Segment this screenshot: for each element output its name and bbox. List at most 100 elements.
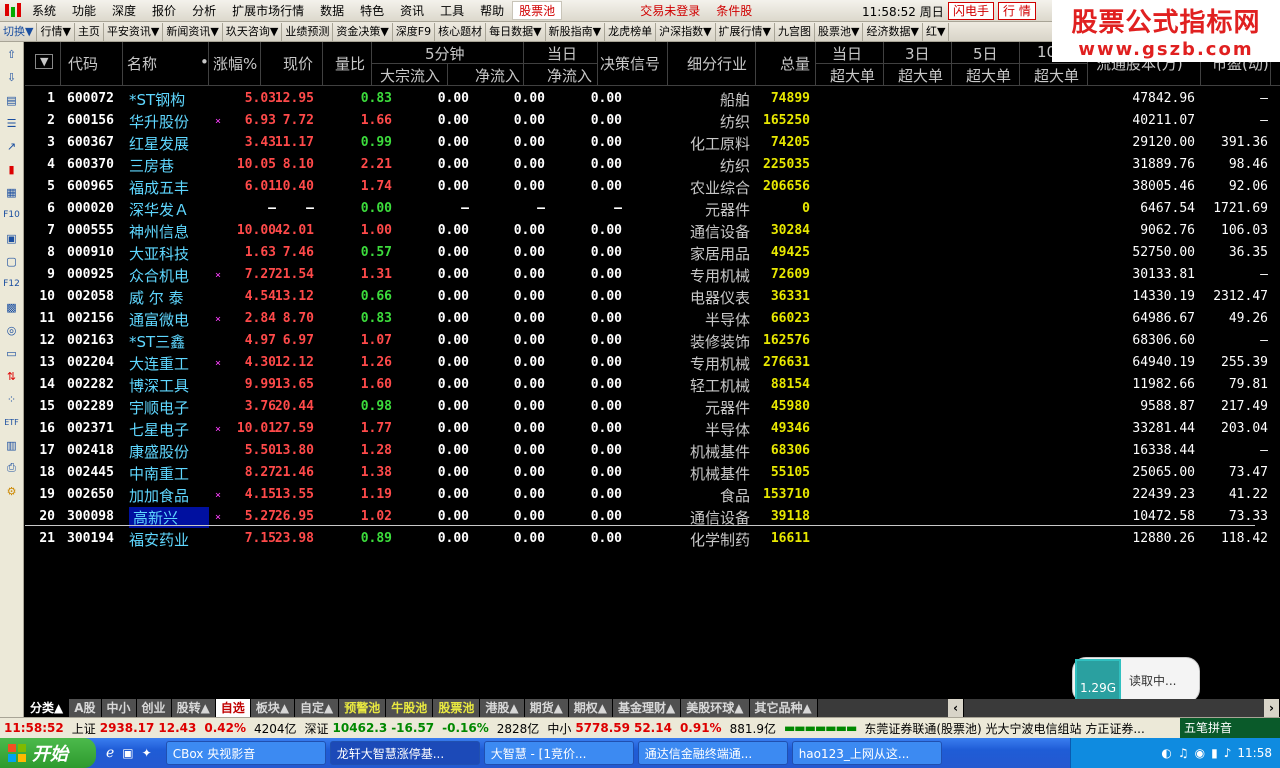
- toolbar-theme[interactable]: 核心题材: [435, 22, 487, 41]
- f12-icon[interactable]: F12: [3, 274, 21, 294]
- tab-funds[interactable]: 基金理财▲: [613, 699, 682, 717]
- tab-us-global[interactable]: 美股环球▲: [681, 699, 750, 717]
- header-block-inflow[interactable]: 大宗流入: [380, 65, 440, 86]
- grid-icon[interactable]: ▩: [3, 297, 21, 317]
- ime-indicator[interactable]: 五笔拼音: [1180, 718, 1280, 738]
- table-row[interactable]: 14 002282 博深工具 9.99 13.65 1.60 0.00 0.00 0.00 轻工机…: [25, 374, 1280, 396]
- table-row[interactable]: 15 002289 宇顺电子 3.76 20.44 0.98 0.00 0.00 0.00 元器件…: [25, 396, 1280, 418]
- table-row[interactable]: 4 600370 三房巷 10.05 8.10 2.21 0.00 0.00 0.00 纺织 225…: [25, 154, 1280, 176]
- menu-ext-market[interactable]: 扩展市场行情: [224, 2, 312, 19]
- table-row[interactable]: 1 600072 *ST钢构 5.03 12.95 0.83 0.00 0.00 0.00 船舶 7…: [25, 88, 1280, 110]
- menu-condition-stock[interactable]: 条件股: [708, 2, 760, 19]
- desktop-icon[interactable]: ▣: [122, 746, 133, 760]
- print-icon[interactable]: ⎙: [3, 458, 21, 478]
- table-row[interactable]: 5 600965 福成五丰 6.01 10.40 1.74 0.00 0.00 0.00 农业综合…: [25, 176, 1280, 198]
- toolbar-jiutian[interactable]: 玖天咨询▼: [223, 22, 283, 41]
- tab-alert-pool[interactable]: 预警池: [339, 699, 387, 717]
- table-row[interactable]: 21 300194 福安药业 7.15 23.98 0.89 0.00 0.00 0.00 化学制…: [25, 528, 1280, 550]
- f10-icon[interactable]: F10: [3, 205, 21, 225]
- volume-icon[interactable]: ♪: [1224, 746, 1232, 760]
- toolbar-f9[interactable]: 深度F9: [393, 22, 436, 41]
- arrow-up-icon[interactable]: ⇧: [3, 44, 21, 64]
- table-row[interactable]: 2 600156 华升股份 × 6.93 7.72 1.66 0.00 0.00 0.00 纺织 16…: [25, 110, 1280, 132]
- menu-help[interactable]: 帮助: [472, 2, 512, 19]
- header-net-inflow[interactable]: 净流入: [475, 65, 520, 86]
- toolbar-news[interactable]: 新闻资讯▼: [163, 22, 223, 41]
- tab-watchlist[interactable]: 自选: [215, 699, 251, 717]
- toolbar-econ[interactable]: 经济数据▼: [863, 22, 923, 41]
- sh-label[interactable]: 上证: [68, 720, 100, 737]
- menu-function[interactable]: 功能: [64, 2, 104, 19]
- header-big-d1[interactable]: 超大单: [830, 65, 875, 86]
- trade-status[interactable]: 交易未登录: [632, 2, 708, 19]
- table-row[interactable]: 6 000020 深华发Ａ – – 0.00 – – – 元器件 0 6467.54 1721.69: [25, 198, 1280, 220]
- header-industry[interactable]: 细分行业: [687, 53, 747, 74]
- circle-icon[interactable]: ◎: [3, 320, 21, 340]
- toolbar-daily[interactable]: 每日数据▼: [486, 22, 546, 41]
- toolbar-grid9[interactable]: 九宫图: [775, 22, 816, 41]
- etf-icon[interactable]: ETF: [3, 412, 21, 432]
- menu-tools[interactable]: 工具: [432, 2, 472, 19]
- menu-news[interactable]: 资讯: [392, 2, 432, 19]
- tab-sector[interactable]: 板块▲: [250, 699, 296, 717]
- ie-icon[interactable]: ℯ: [106, 745, 114, 761]
- folder-icon[interactable]: ▭: [3, 343, 21, 363]
- dots-icon[interactable]: ⁘: [3, 389, 21, 409]
- table-row[interactable]: 17 002418 康盛股份 5.50 13.80 1.28 0.00 0.00 0.00 机械基…: [25, 440, 1280, 462]
- header-today-net[interactable]: 净流入: [547, 65, 592, 86]
- table-row[interactable]: 12 002163 *ST三鑫 4.97 6.97 1.07 0.00 0.00 0.00 装修装…: [25, 330, 1280, 352]
- flash-trade-button[interactable]: 闪电手: [948, 2, 995, 20]
- tab-category[interactable]: 分类▲: [25, 699, 70, 717]
- toolbar-pingan-news[interactable]: 平安资讯▼: [104, 22, 164, 41]
- updown-icon[interactable]: ⇅: [3, 366, 21, 386]
- table-row[interactable]: 8 000910 大亚科技 1.63 7.46 0.57 0.00 0.00 0.00 家居用品 4…: [25, 242, 1280, 264]
- menu-system[interactable]: 系统: [24, 2, 64, 19]
- menu-stock-pool[interactable]: 股票池: [512, 1, 563, 20]
- arrow-down-icon[interactable]: ⇩: [3, 67, 21, 87]
- scroll-right-icon[interactable]: ›: [1264, 699, 1280, 717]
- table-row[interactable]: 9 000925 众合机电 × 7.27 21.54 1.31 0.00 0.00 0.00 专用机…: [25, 264, 1280, 286]
- menu-depth[interactable]: 深度: [104, 2, 144, 19]
- tray-icon-d[interactable]: ▮: [1211, 746, 1218, 760]
- toolbar-index[interactable]: 沪深指数▼: [656, 22, 716, 41]
- sz-label[interactable]: 深证: [301, 720, 333, 737]
- toolbar-ext-quote[interactable]: 扩展行情▼: [716, 22, 776, 41]
- doc-icon[interactable]: ▢: [3, 251, 21, 271]
- toolbar-pool[interactable]: 股票池▼: [815, 22, 864, 41]
- menu-feature[interactable]: 特色: [352, 2, 392, 19]
- trend-icon[interactable]: ↗: [3, 136, 21, 156]
- quote-button[interactable]: 行 情: [998, 2, 1036, 20]
- task-longxuan[interactable]: 龙轩大智慧涨停基...: [329, 741, 480, 765]
- toolbar-home[interactable]: 主页: [75, 22, 104, 41]
- start-button[interactable]: 开始: [0, 738, 96, 768]
- toolbar-forecast[interactable]: 业绩预测: [282, 22, 334, 41]
- header-signal[interactable]: 决策信号: [600, 53, 660, 74]
- scroll-left-icon[interactable]: ‹: [948, 699, 965, 717]
- table-row[interactable]: 3 600367 红星发展 3.43 11.17 0.99 0.00 0.00 0.00 化工原料…: [25, 132, 1280, 154]
- tab-hk[interactable]: 港股▲: [480, 699, 525, 717]
- menu-analysis[interactable]: 分析: [184, 2, 224, 19]
- tab-bull-pool[interactable]: 牛股池: [386, 699, 434, 717]
- list-icon[interactable]: ☰: [3, 113, 21, 133]
- header-name[interactable]: 名称: [127, 53, 157, 74]
- tray-icon-c[interactable]: ◉: [1195, 746, 1205, 760]
- toolbar-dragon-tiger[interactable]: 龙虎榜单: [605, 22, 657, 41]
- sort-dropdown-icon[interactable]: ▼: [35, 54, 54, 69]
- tab-a-share[interactable]: A股: [69, 699, 102, 717]
- memory-popup[interactable]: 1.29G 读取中...: [1072, 657, 1200, 703]
- task-cbox[interactable]: CBox 央视影音: [165, 741, 326, 765]
- table-row[interactable]: 11 002156 通富微电 × 2.84 8.70 0.83 0.00 0.00 0.00 半导体…: [25, 308, 1280, 330]
- header-big-d5[interactable]: 超大单: [966, 65, 1011, 86]
- tab-stock-pool[interactable]: 股票池: [433, 699, 481, 717]
- chart-icon[interactable]: ▥: [3, 435, 21, 455]
- toolbar-switch[interactable]: 切换▼: [0, 22, 38, 41]
- table-row[interactable]: 16 002371 七星电子 × 10.01 27.59 1.77 0.00 0.00 0.00 半…: [25, 418, 1280, 440]
- header-big-d10[interactable]: 超大单: [1034, 65, 1079, 86]
- toolbar-red[interactable]: 红▼: [923, 22, 950, 41]
- tab-others[interactable]: 其它品种▲: [749, 699, 818, 717]
- report-icon[interactable]: ▣: [3, 228, 21, 248]
- header-change[interactable]: 涨幅%: [213, 53, 257, 74]
- news-ticker[interactable]: 东莞证券联通(股票池) 光大宁波电信组站 方正证券...: [860, 720, 1148, 737]
- tab-futures[interactable]: 期货▲: [524, 699, 569, 717]
- header-volume[interactable]: 总量: [780, 53, 810, 74]
